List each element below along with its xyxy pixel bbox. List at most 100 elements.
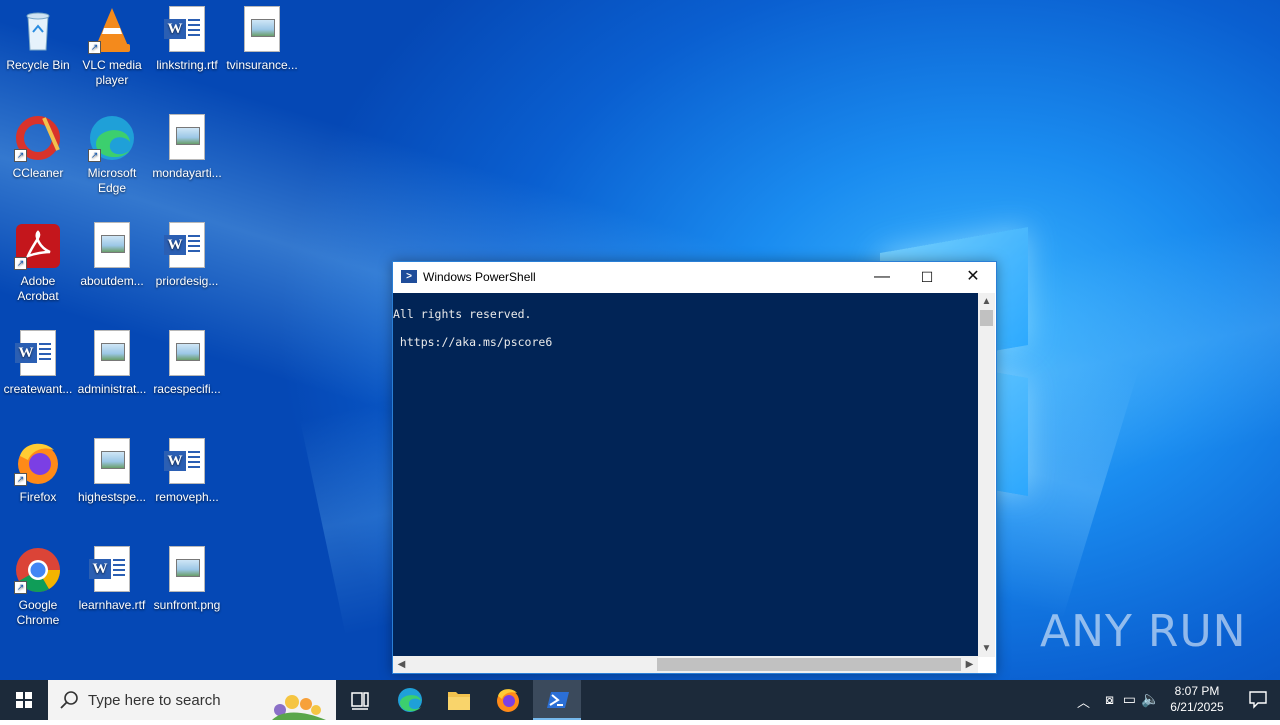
desktop-icon-tvinsurance[interactable]: tvinsurance...: [224, 0, 300, 73]
edge-icon: [398, 688, 422, 712]
image-file-icon: [88, 222, 136, 270]
image-file-icon: [88, 438, 136, 486]
icon-label: VLC media player: [82, 58, 142, 87]
close-button[interactable]: ✕: [950, 262, 996, 292]
vlc-icon: ↗: [88, 6, 136, 54]
search-box[interactable]: Type here to search: [48, 680, 336, 720]
taskbar-file-explorer-button[interactable]: [435, 680, 483, 720]
powershell-icon: >: [401, 270, 417, 283]
start-button[interactable]: [0, 680, 48, 720]
icon-label: CCleaner: [12, 166, 64, 180]
shortcut-arrow-icon: ↗: [88, 149, 101, 162]
firefox-icon: ↗: [14, 438, 62, 486]
desktop-icon-google-chrome[interactable]: ↗ Google Chrome: [0, 540, 76, 628]
desktop-icon-aboutdem[interactable]: aboutdem...: [74, 216, 150, 289]
clock-date: 6/21/2025: [1170, 700, 1224, 714]
ccleaner-icon: ↗: [14, 114, 62, 162]
word-document-icon: W: [14, 330, 62, 378]
icon-label: Google Chrome: [16, 598, 60, 627]
image-file-icon: [163, 546, 211, 594]
desktop-icon-microsoft-edge[interactable]: ↗ Microsoft Edge: [74, 108, 150, 196]
word-document-icon: W: [163, 438, 211, 486]
horizontal-scroll-thumb[interactable]: [657, 658, 961, 671]
shortcut-arrow-icon: ↗: [14, 257, 27, 270]
icon-label: Adobe Acrobat: [17, 274, 59, 303]
window-titlebar[interactable]: > Windows PowerShell — ☐ ✕: [393, 262, 996, 293]
shortcut-arrow-icon: ↗: [14, 473, 27, 486]
maximize-button[interactable]: ☐: [904, 262, 950, 292]
word-document-icon: W: [163, 6, 211, 54]
search-icon: [60, 691, 78, 709]
network-icon[interactable]: ▭: [1123, 691, 1136, 708]
icon-label: Firefox: [19, 490, 57, 504]
volume-icon[interactable]: 🔈: [1141, 690, 1160, 708]
anyrun-watermark: ANY RUN: [1040, 606, 1247, 657]
icon-label: mondayarti...: [152, 166, 222, 180]
desktop: Recycle Bin ↗ CCleaner ↗ Adobe Acrobat W…: [0, 0, 1280, 680]
desktop-icon-racespecifi[interactable]: racespecifi...: [149, 324, 225, 397]
horizontal-scrollbar[interactable]: ◀ ▶: [393, 656, 978, 673]
scroll-up-icon[interactable]: ▲: [978, 293, 995, 310]
icon-label: highestspe...: [77, 490, 147, 504]
desktop-icon-ccleaner[interactable]: ↗ CCleaner: [0, 108, 76, 181]
search-highlight-flowers-icon: [272, 695, 326, 720]
image-file-icon: [238, 6, 286, 54]
clock-time: 8:07 PM: [1174, 684, 1220, 698]
desktop-icon-highestspe[interactable]: highestspe...: [74, 432, 150, 505]
desktop-icon-recycle-bin[interactable]: Recycle Bin: [0, 0, 76, 73]
taskbar-edge-button[interactable]: [386, 680, 434, 720]
desktop-icon-linkstring[interactable]: W linkstring.rtf: [149, 0, 225, 73]
icon-label: administrat...: [77, 382, 147, 396]
image-file-icon: [163, 114, 211, 162]
scroll-down-icon[interactable]: ▼: [978, 640, 995, 657]
icon-label: linkstring.rtf: [156, 58, 218, 72]
taskbar-firefox-button[interactable]: [484, 680, 532, 720]
vertical-scrollbar[interactable]: ▲ ▼: [978, 293, 995, 657]
desktop-icon-sunfront[interactable]: sunfront.png: [149, 540, 225, 613]
recycle-bin-icon: [14, 6, 62, 54]
desktop-icon-adobe-acrobat[interactable]: ↗ Adobe Acrobat: [0, 216, 76, 304]
icon-label: racespecifi...: [153, 382, 221, 396]
icon-label: Recycle Bin: [6, 58, 70, 72]
desktop-icon-administrat[interactable]: administrat...: [74, 324, 150, 397]
icon-label: removeph...: [155, 490, 219, 504]
desktop-icon-priordesig[interactable]: W priordesig...: [149, 216, 225, 289]
desktop-icon-firefox[interactable]: ↗ Firefox: [0, 432, 76, 505]
show-hidden-icons-chevron-icon[interactable]: ︿: [1077, 692, 1090, 711]
taskbar-powershell-button[interactable]: [533, 680, 581, 720]
desktop-icon-learnhave[interactable]: W learnhave.rtf: [74, 540, 150, 613]
icon-label: sunfront.png: [153, 598, 221, 612]
task-view-button[interactable]: [336, 680, 384, 720]
firefox-icon: [497, 689, 519, 712]
icon-label: tvinsurance...: [226, 58, 298, 72]
word-document-icon: W: [88, 546, 136, 594]
shortcut-arrow-icon: ↗: [14, 149, 27, 162]
image-file-icon: [88, 330, 136, 378]
console-output[interactable]: All rights reserved. https://aka.ms/psco…: [393, 293, 978, 657]
folder-icon: [448, 692, 470, 710]
search-placeholder: Type here to search: [88, 692, 221, 709]
window-title: Windows PowerShell: [423, 270, 536, 284]
icon-label: aboutdem...: [80, 274, 144, 288]
powershell-icon: [547, 692, 569, 708]
powershell-window[interactable]: > Windows PowerShell — ☐ ✕ All rights re…: [392, 261, 997, 674]
console-line: All rights reserved.: [393, 307, 532, 321]
icon-label: createwant...: [3, 382, 73, 396]
acrobat-icon: ↗: [14, 222, 62, 270]
icon-label: priordesig...: [155, 274, 219, 288]
scroll-left-icon[interactable]: ◀: [393, 656, 410, 673]
tray-device-icon[interactable]: ⧇: [1105, 691, 1114, 708]
scroll-right-icon[interactable]: ▶: [961, 656, 978, 673]
desktop-icon-vlc[interactable]: ↗ VLC media player: [74, 0, 150, 88]
console-line: https://aka.ms/pscore6: [393, 335, 553, 349]
icon-label: Microsoft Edge: [87, 166, 137, 195]
clock[interactable]: 8:07 PM 6/21/2025: [1162, 684, 1232, 714]
vertical-scroll-thumb[interactable]: [980, 310, 993, 326]
chrome-icon: ↗: [14, 546, 62, 594]
desktop-icon-removeph[interactable]: W removeph...: [149, 432, 225, 505]
desktop-icon-mondayarti[interactable]: mondayarti...: [149, 108, 225, 181]
action-center-button[interactable]: [1248, 689, 1268, 709]
desktop-icon-createwant[interactable]: W createwant...: [0, 324, 76, 397]
taskbar: Type here to search ︿ ⧇ ▭ 🔈 8:07 PM 6/21…: [0, 680, 1280, 720]
minimize-button[interactable]: —: [859, 262, 905, 292]
